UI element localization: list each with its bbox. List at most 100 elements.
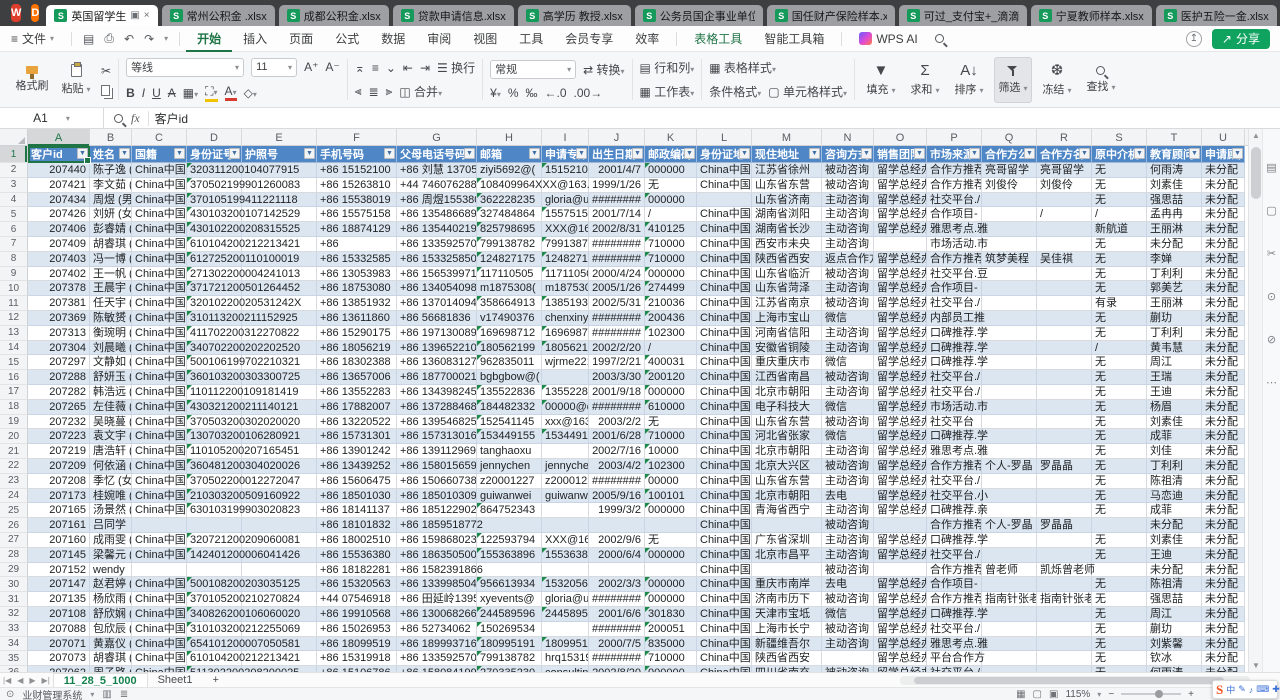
cell[interactable]: 主动咨询 bbox=[822, 193, 874, 208]
cell[interactable]: China中国 bbox=[132, 415, 187, 430]
cell[interactable]: 合作项目- bbox=[927, 281, 982, 296]
cell[interactable]: 430102200208315525 bbox=[187, 222, 242, 237]
cell[interactable]: 刘素佳 bbox=[1147, 533, 1202, 548]
cell[interactable]: China中国 bbox=[697, 252, 752, 267]
cell[interactable]: 184482332 bbox=[477, 400, 542, 415]
cell[interactable]: 153205639 bbox=[542, 577, 589, 592]
cell[interactable]: 去电 bbox=[822, 577, 874, 592]
筛选-button[interactable]: 筛选 ▾ bbox=[994, 57, 1032, 103]
cell[interactable]: 指南针张老 bbox=[1037, 592, 1092, 607]
cell[interactable]: 207313 bbox=[28, 326, 90, 341]
cell[interactable]: 未分配 bbox=[1202, 341, 1245, 356]
cell[interactable]: 上海市长宁 bbox=[752, 622, 822, 637]
filter-dropdown-icon[interactable]: ▼ bbox=[969, 148, 980, 159]
cell[interactable]: 274499 bbox=[645, 281, 697, 296]
cell[interactable]: 未分配 bbox=[1202, 385, 1245, 400]
cell[interactable]: 未分配 bbox=[1202, 622, 1245, 637]
cell[interactable] bbox=[982, 533, 1037, 548]
row-number[interactable]: 12 bbox=[0, 311, 28, 326]
cell[interactable]: 207402 bbox=[28, 267, 90, 282]
cell[interactable]: 社交平台.小 bbox=[927, 489, 982, 504]
cell[interactable]: 河北省张家 bbox=[752, 429, 822, 444]
cell[interactable] bbox=[982, 489, 1037, 504]
cell[interactable] bbox=[1037, 429, 1092, 444]
cell[interactable]: 山东省东营 bbox=[752, 178, 822, 193]
cell[interactable]: 被动咨询 bbox=[822, 459, 874, 474]
decrease-font-icon[interactable]: A⁻ bbox=[325, 60, 339, 74]
cell[interactable]: 未分配 bbox=[1202, 489, 1245, 504]
cell[interactable]: +86 18753080 bbox=[317, 281, 397, 296]
cell[interactable]: 未分配 bbox=[1202, 651, 1245, 666]
row-number[interactable]: 9 bbox=[0, 267, 28, 282]
cell[interactable]: 周煜 (男) bbox=[90, 193, 132, 208]
cell[interactable]: 150269534 bbox=[477, 622, 542, 637]
cell[interactable] bbox=[982, 326, 1037, 341]
cell[interactable]: 无 bbox=[1092, 577, 1147, 592]
cell[interactable]: 864752343 bbox=[477, 503, 542, 518]
filter-dropdown-icon[interactable]: ▼ bbox=[914, 148, 925, 159]
scroll-up-icon[interactable]: ▲ bbox=[1249, 131, 1263, 140]
column-header-cell[interactable]: 父母电话号码▼ bbox=[397, 146, 477, 163]
cell[interactable]: China中国 bbox=[697, 341, 752, 356]
cell[interactable]: +86 15731301 bbox=[317, 429, 397, 444]
cell[interactable]: China中国 bbox=[697, 489, 752, 504]
cell[interactable]: 任天宇 (女 bbox=[90, 296, 132, 311]
align-middle-icon[interactable]: ≡ bbox=[372, 61, 379, 75]
cell[interactable]: China中国 bbox=[132, 267, 187, 282]
decrease-decimal-icon[interactable]: ←.0 bbox=[545, 86, 567, 100]
cell[interactable]: 370502199901260083 bbox=[187, 178, 242, 193]
cell[interactable]: 留学总经办 bbox=[874, 607, 927, 622]
cell[interactable]: 留学总经办 bbox=[874, 651, 927, 666]
cell[interactable]: 无 bbox=[1092, 548, 1147, 563]
cell[interactable]: 无 bbox=[1092, 400, 1147, 415]
cell[interactable]: 未分配 bbox=[1147, 563, 1202, 578]
cell[interactable] bbox=[1037, 533, 1092, 548]
cell[interactable]: 无 bbox=[1092, 281, 1147, 296]
cell[interactable]: 凯烁曾老师 bbox=[1037, 563, 1092, 578]
cell[interactable]: +86 13611860 bbox=[317, 311, 397, 326]
cell[interactable]: 留学总经办 bbox=[874, 533, 927, 548]
cell[interactable]: 留学总经办 bbox=[874, 178, 927, 193]
cell[interactable]: 135522836 bbox=[477, 385, 542, 400]
cell[interactable]: 2001/9/18 bbox=[589, 385, 645, 400]
cell[interactable]: guiwanwei bbox=[477, 489, 542, 504]
row-number[interactable]: 8 bbox=[0, 252, 28, 267]
cell[interactable]: 主动咨询 bbox=[822, 207, 874, 222]
cell[interactable]: China中国 bbox=[132, 193, 187, 208]
cell[interactable]: 327484864 bbox=[477, 207, 542, 222]
row-number[interactable]: 27 bbox=[0, 533, 28, 548]
cell[interactable]: 2001/7/14 bbox=[589, 207, 645, 222]
cell[interactable]: ######## bbox=[589, 592, 645, 607]
cell[interactable]: +86 周煜155380 bbox=[397, 193, 477, 208]
cell[interactable]: +86 56681836 bbox=[397, 311, 477, 326]
cell[interactable]: 400031 bbox=[645, 355, 697, 370]
cell[interactable]: 未分配 bbox=[1202, 548, 1245, 563]
format-painter-button[interactable]: 格式刷 bbox=[13, 57, 51, 103]
cell[interactable]: 207223 bbox=[28, 429, 90, 444]
填充-button[interactable]: ▼填充 ▾ bbox=[862, 57, 900, 103]
column-header-cell[interactable]: 手机号码▼ bbox=[317, 146, 397, 163]
underline-button[interactable]: U bbox=[152, 86, 161, 100]
filter-dropdown-icon[interactable]: ▼ bbox=[576, 148, 587, 159]
cell[interactable]: 留学总经办 bbox=[874, 370, 927, 385]
cell[interactable]: 2005/1/26 bbox=[589, 281, 645, 296]
cell[interactable]: 陈子逸 (男 bbox=[90, 163, 132, 178]
first-sheet-icon[interactable]: |◀ bbox=[0, 676, 14, 685]
align-left-icon[interactable]: ⫷ bbox=[355, 84, 362, 99]
column-header-cell[interactable]: 出生日期▼ bbox=[589, 146, 645, 163]
filter-dropdown-icon[interactable]: ▼ bbox=[384, 148, 395, 159]
cell[interactable] bbox=[1092, 563, 1147, 578]
column-letter-F[interactable]: F bbox=[317, 129, 397, 146]
cell[interactable]: 无 bbox=[1092, 474, 1147, 489]
cell[interactable]: 韩浩远 (男 bbox=[90, 385, 132, 400]
align-right-icon[interactable]: ⫸ bbox=[386, 84, 393, 99]
cell[interactable]: 河南省信阳 bbox=[752, 326, 822, 341]
cell[interactable]: 2002/3/3 bbox=[589, 577, 645, 592]
filter-dropdown-icon[interactable]: ▼ bbox=[229, 148, 240, 159]
ime-toolbox-icon[interactable]: ✚ bbox=[1272, 684, 1280, 695]
cell[interactable]: China中国 bbox=[697, 577, 752, 592]
cell[interactable]: 180562199 bbox=[542, 341, 589, 356]
cell[interactable]: 未分配 bbox=[1202, 637, 1245, 652]
cell[interactable]: 000000 bbox=[645, 503, 697, 518]
cell[interactable] bbox=[982, 429, 1037, 444]
